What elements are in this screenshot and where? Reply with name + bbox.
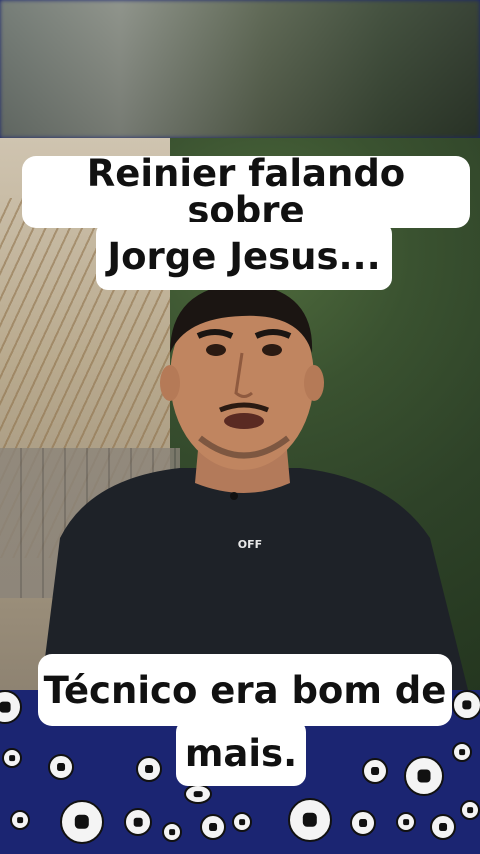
blurred-video-background [0,0,480,138]
caption-bottom-line-1: Técnico era bom de [38,654,452,726]
soccer-ball-icon [288,798,332,842]
soccer-ball-icon [430,814,456,840]
soccer-ball-icon [0,690,22,724]
soccer-ball-icon [124,808,152,836]
soccer-ball-icon [200,814,226,840]
shirt-logo: OFF [237,538,263,551]
soccer-ball-icon [452,690,480,720]
soccer-ball-icon [396,812,416,832]
soccer-ball-icon [60,800,104,844]
soccer-ball-icon [232,812,252,832]
soccer-ball-icon [184,784,212,804]
soccer-ball-icon [452,742,472,762]
soccer-ball-icon [350,810,376,836]
soccer-ball-icon [460,800,480,820]
soccer-ball-icon [136,756,162,782]
caption-bottom-line-2: mais. [176,720,306,786]
soccer-ball-icon [2,748,22,768]
soccer-ball-icon [48,754,74,780]
soccer-ball-icon [404,756,444,796]
caption-top-line-1: Reinier falando sobre [22,155,470,229]
soccer-ball-icon [10,810,30,830]
caption-top-line-2: Jorge Jesus... [96,222,392,290]
soccer-ball-icon [162,822,182,842]
soccer-ball-icon [362,758,388,784]
